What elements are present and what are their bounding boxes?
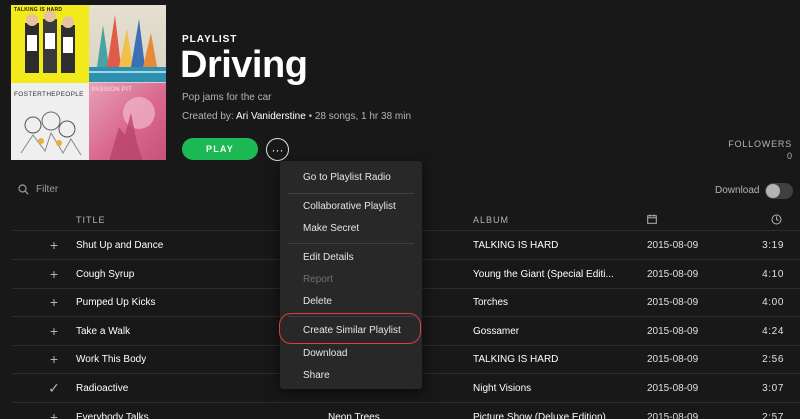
menu-item-go-to-playlist-radio[interactable]: Go to Playlist Radio — [303, 172, 391, 183]
cover-tile-1-text: TALKING IS HARD — [14, 7, 63, 13]
playlist-description: Pop jams for the car — [182, 92, 272, 103]
download-toggle[interactable] — [765, 183, 793, 199]
track-title: Shut Up and Dance — [76, 240, 164, 251]
created-by-prefix: Created by: — [182, 111, 234, 122]
track-title: Work This Body — [76, 354, 147, 365]
track-title: Everybody Talks — [76, 412, 149, 419]
track-date-added: 2015-08-09 — [647, 383, 699, 394]
add-icon[interactable]: + — [48, 266, 60, 282]
playlist-cover: TALKING IS HARD FOSTERTHEPEOPLE PASSION … — [11, 5, 166, 160]
ellipsis-icon: ··· — [271, 142, 284, 157]
track-date-added: 2015-08-09 — [647, 269, 699, 280]
column-header-album[interactable]: ALBUM — [473, 215, 509, 225]
track-duration: 3:19 — [762, 240, 784, 251]
track-duration: 4:24 — [762, 326, 784, 337]
toggle-knob — [766, 184, 780, 198]
menu-item-edit-details[interactable]: Edit Details — [303, 252, 354, 263]
followers-label: FOLLOWERS — [728, 139, 792, 149]
add-icon[interactable]: + — [48, 409, 60, 419]
menu-item-delete[interactable]: Delete — [303, 296, 332, 307]
cover-tile-talking-is-hard: TALKING IS HARD — [11, 5, 89, 83]
sailboats-illustration — [88, 15, 166, 82]
filter-field[interactable]: Filter — [18, 184, 58, 195]
check-icon[interactable]: ✓ — [48, 380, 60, 397]
cover-tile-foster-the-people: FOSTERTHEPEOPLE — [11, 82, 89, 160]
menu-item-make-secret[interactable]: Make Secret — [303, 223, 359, 234]
playlist-stats: • 28 songs, 1 hr 38 min — [305, 111, 412, 122]
add-icon[interactable]: + — [48, 351, 60, 367]
track-date-added: 2015-08-09 — [647, 412, 699, 419]
silhouette-illustration — [108, 96, 155, 160]
track-duration: 2:56 — [762, 354, 784, 365]
track-date-added: 2015-08-09 — [647, 297, 699, 308]
track-album[interactable]: Night Visions — [473, 383, 531, 394]
context-menu: Go to Playlist Radio Collaborative Playl… — [280, 161, 422, 389]
column-header-title[interactable]: TITLE — [76, 215, 106, 225]
track-date-added: 2015-08-09 — [647, 354, 699, 365]
track-album[interactable]: Torches — [473, 297, 508, 308]
cover-tile-young-the-giant — [88, 5, 166, 83]
menu-item-collaborative-playlist[interactable]: Collaborative Playlist — [303, 201, 396, 212]
add-icon[interactable]: + — [48, 237, 60, 253]
track-duration: 4:10 — [762, 269, 784, 280]
track-title: Radioactive — [76, 383, 129, 394]
track-album[interactable]: TALKING IS HARD — [473, 354, 558, 365]
track-title: Take a Walk — [76, 326, 131, 337]
menu-divider — [288, 243, 414, 244]
track-duration: 4:00 — [762, 297, 784, 308]
track-album[interactable]: Young the Giant (Special Editi... — [473, 269, 614, 280]
track-album[interactable]: Picture Show (Deluxe Edition) — [473, 412, 606, 419]
playlist-owner-link[interactable]: Ari Vaniderstine — [236, 111, 306, 122]
track-date-added: 2015-08-09 — [647, 326, 699, 337]
track-date-added: 2015-08-09 — [647, 240, 699, 251]
track-artist[interactable]: Neon Trees — [328, 412, 380, 419]
sketch-illustration — [20, 111, 82, 155]
play-button[interactable]: PLAY — [182, 138, 258, 160]
track-row[interactable]: + Everybody Talks Neon Trees Picture Show (… — [0, 403, 800, 419]
filter-placeholder: Filter — [36, 184, 59, 195]
highlight-annotation — [279, 313, 421, 344]
track-album[interactable]: Gossamer — [473, 326, 519, 337]
download-label: Download — [715, 185, 760, 196]
track-title: Pumped Up Kicks — [76, 297, 156, 308]
playlist-title: Driving — [180, 44, 308, 86]
clock-icon[interactable] — [771, 214, 782, 227]
menu-item-report: Report — [303, 274, 334, 285]
calendar-icon[interactable] — [647, 214, 657, 226]
track-title: Cough Syrup — [76, 269, 135, 280]
followers-count: 0 — [786, 151, 792, 161]
playlist-meta: Created by: Ari Vaniderstine • 28 songs,… — [182, 111, 411, 122]
more-options-button[interactable]: ··· — [266, 138, 289, 161]
menu-divider — [288, 193, 414, 194]
cover-tile-passion-pit: PASSION PIT — [88, 82, 166, 160]
track-album[interactable]: TALKING IS HARD — [473, 240, 558, 251]
track-duration: 3:07 — [762, 383, 784, 394]
add-icon[interactable]: + — [48, 323, 60, 339]
menu-item-download[interactable]: Download — [303, 348, 347, 359]
search-icon — [18, 184, 29, 195]
menu-item-share[interactable]: Share — [303, 370, 330, 381]
track-duration: 2:57 — [762, 412, 784, 419]
add-icon[interactable]: + — [48, 294, 60, 310]
band-photo-illustration — [25, 10, 75, 73]
